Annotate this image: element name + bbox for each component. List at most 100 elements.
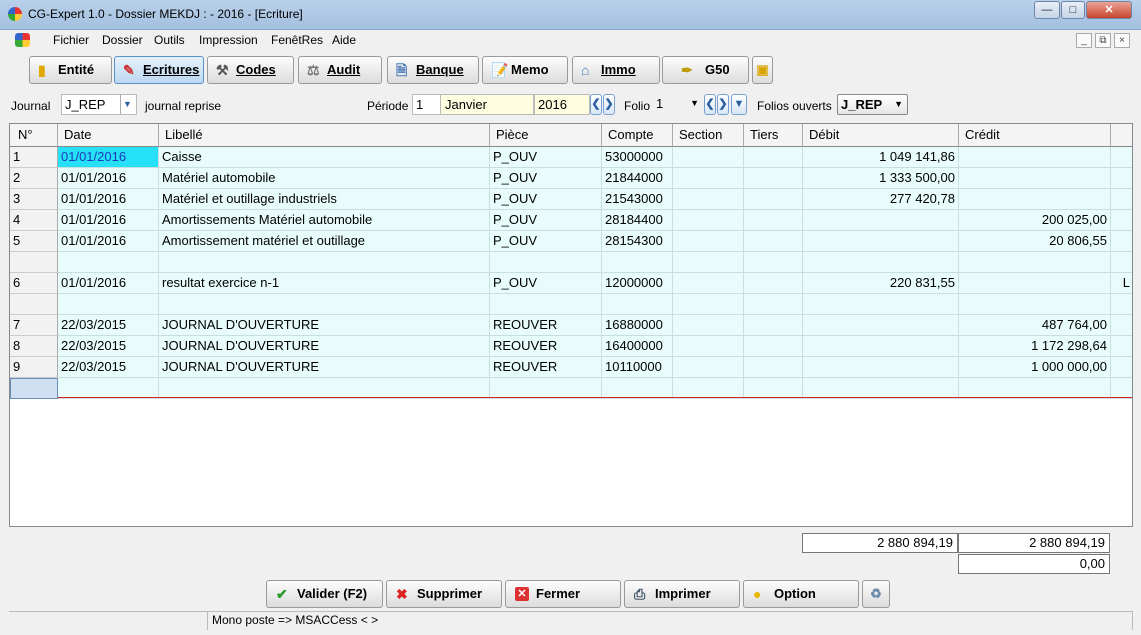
- periode-prev-button[interactable]: ❮: [590, 94, 602, 115]
- cell-debit[interactable]: [803, 357, 959, 378]
- cell-compte[interactable]: 28184400: [602, 210, 673, 231]
- cell-debit[interactable]: [803, 231, 959, 252]
- option-button[interactable]: ● Option: [743, 580, 859, 608]
- col-header-date[interactable]: Date: [58, 124, 159, 147]
- cell-debit[interactable]: [803, 294, 959, 315]
- periode-next-button[interactable]: ❯: [603, 94, 615, 115]
- cell-credit[interactable]: 200 025,00: [959, 210, 1111, 231]
- cell-tiers[interactable]: [744, 273, 803, 294]
- cell-compte[interactable]: [602, 294, 673, 315]
- cell-section[interactable]: [673, 210, 744, 231]
- cell-piece[interactable]: P_OUV: [490, 231, 602, 252]
- cell-date[interactable]: 01/01/2016: [58, 168, 159, 189]
- imprimer-button[interactable]: ⎙ Imprimer: [624, 580, 740, 608]
- menu-fichier[interactable]: Fichier: [53, 33, 89, 47]
- table-row[interactable]: 5 01/01/2016 Amortissement matériel et out…: [10, 231, 1132, 252]
- cell-debit[interactable]: 220 831,55: [803, 273, 959, 294]
- mdi-minimize-button[interactable]: _: [1076, 33, 1092, 48]
- immo-button[interactable]: ⌂ Immo: [572, 56, 660, 84]
- table-row[interactable]: [10, 294, 1132, 315]
- cell-compte[interactable]: 16400000: [602, 336, 673, 357]
- cell-date[interactable]: 22/03/2015: [58, 357, 159, 378]
- cell-date[interactable]: 01/01/2016: [58, 231, 159, 252]
- cell-libelle[interactable]: [159, 294, 490, 315]
- cell-tiers[interactable]: [744, 231, 803, 252]
- ecritures-button[interactable]: ✎ Ecritures: [114, 56, 204, 84]
- cell-section[interactable]: [673, 168, 744, 189]
- cell-tiers[interactable]: [744, 147, 803, 168]
- cell-credit[interactable]: 487 764,00: [959, 315, 1111, 336]
- cell-tiers[interactable]: [744, 336, 803, 357]
- cell-credit[interactable]: [959, 273, 1111, 294]
- col-header-credit[interactable]: Crédit: [959, 124, 1111, 147]
- cell-date[interactable]: [58, 252, 159, 273]
- cell-date[interactable]: [58, 294, 159, 315]
- cell-piece[interactable]: P_OUV: [490, 189, 602, 210]
- cell-libelle[interactable]: JOURNAL D'OUVERTURE: [159, 336, 490, 357]
- cell-libelle[interactable]: resultat exercice n-1: [159, 273, 490, 294]
- cell-credit[interactable]: 1 000 000,00: [959, 357, 1111, 378]
- cell-compte[interactable]: 16880000: [602, 315, 673, 336]
- cell-section[interactable]: [673, 231, 744, 252]
- col-header-compte[interactable]: Compte: [602, 124, 673, 147]
- cell-credit[interactable]: [959, 378, 1111, 399]
- cell-credit[interactable]: 20 806,55: [959, 231, 1111, 252]
- cell-extra[interactable]: [1111, 147, 1132, 168]
- cell-credit[interactable]: [959, 147, 1111, 168]
- cell-section[interactable]: [673, 273, 744, 294]
- cell-section[interactable]: [673, 147, 744, 168]
- menu-outils[interactable]: Outils: [154, 33, 185, 47]
- maximize-button[interactable]: □: [1061, 1, 1085, 19]
- col-header-section[interactable]: Section: [673, 124, 744, 147]
- journal-select[interactable]: J_REP ▼: [61, 94, 137, 115]
- cell-date[interactable]: 01/01/2016: [58, 210, 159, 231]
- entite-button[interactable]: ▮ Entité: [29, 56, 112, 84]
- table-row[interactable]: 1 01/01/2016 Caisse P_OUV 53000000 1 049 141,…: [10, 147, 1132, 168]
- periode-number-field[interactable]: 1: [412, 94, 442, 115]
- audit-button[interactable]: ⚖ Audit: [298, 56, 382, 84]
- cell-debit[interactable]: [803, 378, 959, 399]
- col-header-libelle[interactable]: Libellé: [159, 124, 490, 147]
- cell-extra[interactable]: [1111, 252, 1132, 273]
- memo-button[interactable]: 📝 Memo: [482, 56, 568, 84]
- cell-libelle[interactable]: JOURNAL D'OUVERTURE: [159, 357, 490, 378]
- minimize-button[interactable]: —: [1034, 1, 1060, 19]
- menu-fenetres[interactable]: FenêtRes: [271, 33, 323, 47]
- cell-debit[interactable]: [803, 252, 959, 273]
- cell-tiers[interactable]: [744, 357, 803, 378]
- cell-date[interactable]: 22/03/2015: [58, 336, 159, 357]
- cell-extra[interactable]: [1111, 357, 1132, 378]
- cell-compte[interactable]: 21844000: [602, 168, 673, 189]
- folio-select[interactable]: 1 ▼: [653, 94, 701, 115]
- cell-credit[interactable]: [959, 294, 1111, 315]
- cell-section[interactable]: [673, 252, 744, 273]
- table-row[interactable]: 4 01/01/2016 Amortissements Matériel autom…: [10, 210, 1132, 231]
- cell-piece[interactable]: [490, 378, 602, 399]
- table-row[interactable]: 2 01/01/2016 Matériel automobile P_OUV 21844…: [10, 168, 1132, 189]
- cell-credit[interactable]: 1 172 298,64: [959, 336, 1111, 357]
- cell-date[interactable]: [58, 378, 159, 399]
- folio-prev-button[interactable]: ❮: [704, 94, 716, 115]
- mdi-close-button[interactable]: ×: [1114, 33, 1130, 48]
- cell-section[interactable]: [673, 378, 744, 399]
- cell-compte[interactable]: [602, 378, 673, 399]
- cell-debit[interactable]: 277 420,78: [803, 189, 959, 210]
- cell-piece[interactable]: [490, 294, 602, 315]
- codes-button[interactable]: ⚒ Codes: [207, 56, 294, 84]
- cell-compte[interactable]: 53000000: [602, 147, 673, 168]
- cell-tiers[interactable]: [744, 252, 803, 273]
- g50-button[interactable]: ✒ G50: [662, 56, 749, 84]
- table-row[interactable]: 9 22/03/2015 JOURNAL D'OUVERTURE REOUVER 101…: [10, 357, 1132, 378]
- cell-date[interactable]: 01/01/2016: [58, 273, 159, 294]
- table-row[interactable]: 7 22/03/2015 JOURNAL D'OUVERTURE REOUVER 168…: [10, 315, 1132, 336]
- periode-month-field[interactable]: Janvier: [440, 94, 534, 115]
- cell-compte[interactable]: 21543000: [602, 189, 673, 210]
- cell-tiers[interactable]: [744, 189, 803, 210]
- menu-impression[interactable]: Impression: [199, 33, 258, 47]
- table-row[interactable]: [10, 252, 1132, 273]
- cell-extra[interactable]: [1111, 231, 1132, 252]
- fermer-button[interactable]: ✕ Fermer: [505, 580, 621, 608]
- cell-compte[interactable]: 12000000: [602, 273, 673, 294]
- cell-extra[interactable]: [1111, 210, 1132, 231]
- cell-piece[interactable]: REOUVER: [490, 357, 602, 378]
